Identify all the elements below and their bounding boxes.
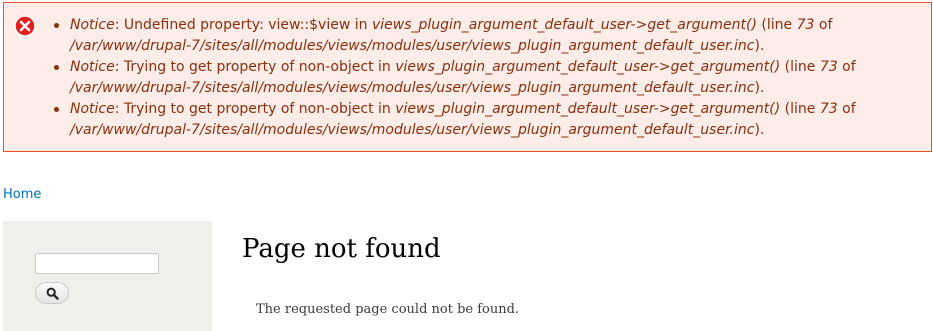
message-line-prefix: (line	[756, 17, 797, 33]
bullet	[54, 65, 59, 70]
search-button[interactable]	[35, 282, 69, 304]
error-message-item: Notice: Trying to get property of non-ob…	[50, 99, 905, 141]
error-message-item: Notice: Trying to get property of non-ob…	[50, 57, 905, 99]
error-messages: Notice: Undefined property: view::$view …	[3, 2, 932, 152]
message-function: views_plugin_argument_default_user->get_…	[395, 59, 781, 75]
error-message-list: Notice: Undefined property: view::$view …	[50, 15, 905, 141]
message-text: : Trying to get property of non-object i…	[114, 59, 396, 75]
search-input[interactable]	[35, 253, 159, 274]
page-title: Page not found	[242, 234, 441, 264]
error-message-item: Notice: Undefined property: view::$view …	[50, 15, 905, 57]
message-suffix: ).	[754, 80, 765, 96]
message-suffix: ).	[754, 38, 765, 54]
message-of-text: of	[837, 59, 856, 75]
breadcrumb-home-link[interactable]: Home	[3, 187, 41, 202]
message-line: 73	[819, 101, 838, 117]
message-suffix: ).	[754, 122, 765, 138]
message-function: views_plugin_argument_default_user->get_…	[371, 17, 757, 33]
message-line: 73	[796, 17, 815, 33]
message-level: Notice	[70, 101, 115, 117]
message-text: : Undefined property: view::$view in	[114, 17, 372, 33]
sidebar-search-block	[3, 221, 212, 331]
message-path: /var/www/drupal-7/sites/all/modules/view…	[70, 38, 755, 54]
message-level: Notice	[70, 17, 115, 33]
page-body-text: The requested page could not be found.	[256, 302, 520, 317]
message-level: Notice	[70, 59, 115, 75]
message-line-prefix: (line	[780, 59, 820, 75]
bullet	[54, 107, 59, 112]
message-text: : Trying to get property of non-object i…	[114, 101, 396, 117]
message-line: 73	[819, 59, 838, 75]
message-line-prefix: (line	[780, 101, 820, 117]
search-icon	[46, 287, 59, 300]
message-path: /var/www/drupal-7/sites/all/modules/view…	[70, 80, 755, 96]
message-path: /var/www/drupal-7/sites/all/modules/view…	[70, 122, 755, 138]
message-of-text: of	[837, 101, 856, 117]
bullet	[54, 23, 59, 28]
message-of-text: of	[814, 17, 833, 33]
error-icon	[14, 15, 36, 37]
message-function: views_plugin_argument_default_user->get_…	[395, 101, 781, 117]
